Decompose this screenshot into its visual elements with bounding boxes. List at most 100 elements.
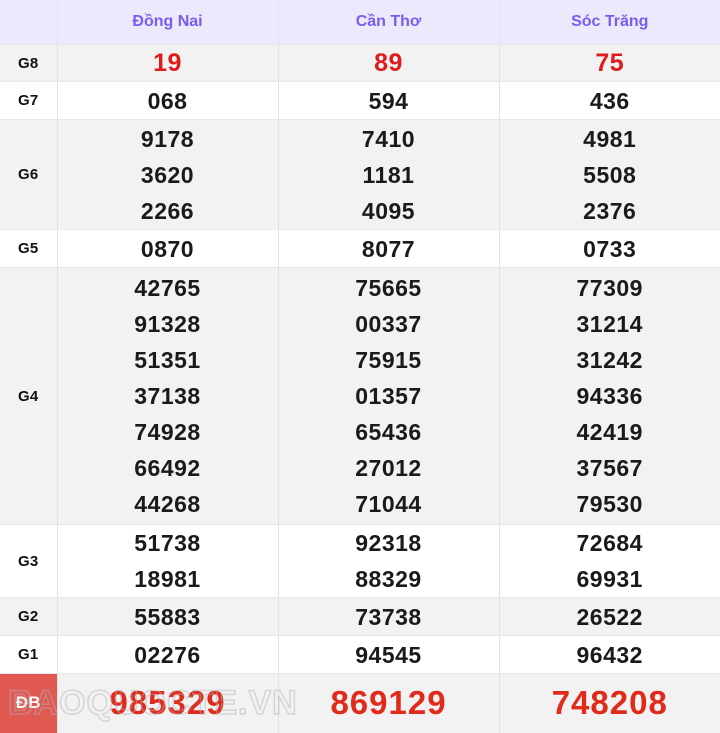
- prize-label-g2: G2: [0, 598, 57, 636]
- number: 02276: [58, 637, 278, 673]
- number: 31242: [500, 342, 720, 378]
- number: 5508: [500, 157, 720, 193]
- number: 37567: [500, 450, 720, 486]
- prize-label-g3: G3: [0, 525, 57, 598]
- lottery-results-panel: Đồng Nai Cần Thơ Sóc Trăng G8 19 89 75: [0, 0, 720, 731]
- number: 31214: [500, 306, 720, 342]
- table-row: G6 9178 3620 2266 7410 1181 4095 4981 55…: [0, 120, 720, 230]
- number: 79530: [500, 486, 720, 522]
- prize-label-g7: G7: [0, 82, 57, 120]
- number: 0870: [58, 231, 278, 267]
- number: 985329: [58, 685, 278, 721]
- prize-cell-g1-col2: 94545: [278, 636, 499, 674]
- prize-label-g4: G4: [0, 268, 57, 525]
- number: 2376: [500, 193, 720, 229]
- prize-cell-special-col2: 869129: [278, 674, 499, 733]
- number: 42765: [58, 270, 278, 306]
- number: 869129: [279, 685, 499, 721]
- prize-label-special: ĐB: [0, 674, 57, 733]
- number: 26522: [500, 599, 720, 635]
- number: 94336: [500, 378, 720, 414]
- prize-cell-g4-col3: 77309 31214 31242 94336 42419 37567 7953…: [499, 268, 720, 525]
- prize-cell-g5-col3: 0733: [499, 230, 720, 268]
- prize-cell-special-col1: 985329: [57, 674, 278, 733]
- number: 18981: [58, 561, 278, 597]
- table-body: G8 19 89 75 G7 068 594: [0, 45, 720, 733]
- table-row: G1 02276 94545 96432: [0, 636, 720, 674]
- table-row: G3 51738 18981 92318 88329 72684 69931: [0, 525, 720, 598]
- number: 0733: [500, 231, 720, 267]
- prize-cell-g2-col2: 73738: [278, 598, 499, 636]
- number: 19: [58, 45, 278, 81]
- prize-cell-g3-col2: 92318 88329: [278, 525, 499, 598]
- number: 9178: [58, 121, 278, 157]
- number: 92318: [279, 525, 499, 561]
- number: 4095: [279, 193, 499, 229]
- number: 8077: [279, 231, 499, 267]
- number: 37138: [58, 378, 278, 414]
- prize-cell-g3-col3: 72684 69931: [499, 525, 720, 598]
- prize-cell-g4-col1: 42765 91328 51351 37138 74928 66492 4426…: [57, 268, 278, 525]
- number: 77309: [500, 270, 720, 306]
- prize-cell-g6-col3: 4981 5508 2376: [499, 120, 720, 230]
- table-row: G4 42765 91328 51351 37138 74928 66492 4…: [0, 268, 720, 525]
- column-header-province-1: Đồng Nai: [57, 0, 278, 45]
- prize-label-g1: G1: [0, 636, 57, 674]
- number: 594: [279, 83, 499, 119]
- header-corner-cell: [0, 0, 57, 45]
- number: 89: [279, 45, 499, 81]
- number: 88329: [279, 561, 499, 597]
- number: 72684: [500, 525, 720, 561]
- number: 068: [58, 83, 278, 119]
- prize-cell-g7-col1: 068: [57, 82, 278, 120]
- number: 7410: [279, 121, 499, 157]
- number: 44268: [58, 486, 278, 522]
- prize-label-g6: G6: [0, 120, 57, 230]
- number: 3620: [58, 157, 278, 193]
- number: 69931: [500, 561, 720, 597]
- prize-cell-g5-col2: 8077: [278, 230, 499, 268]
- prize-cell-g8-col1: 19: [57, 45, 278, 82]
- column-header-province-2: Cần Thơ: [278, 0, 499, 45]
- number: 94545: [279, 637, 499, 673]
- table-row: G7 068 594 436: [0, 82, 720, 120]
- number: 1181: [279, 157, 499, 193]
- prize-cell-g7-col2: 594: [278, 82, 499, 120]
- header-row: Đồng Nai Cần Thơ Sóc Trăng: [0, 0, 720, 45]
- prize-cell-g7-col3: 436: [499, 82, 720, 120]
- prize-cell-g1-col1: 02276: [57, 636, 278, 674]
- number: 65436: [279, 414, 499, 450]
- number: 75: [500, 45, 720, 81]
- prize-label-g5: G5: [0, 230, 57, 268]
- column-header-province-3: Sóc Trăng: [499, 0, 720, 45]
- number: 73738: [279, 599, 499, 635]
- number: 01357: [279, 378, 499, 414]
- number: 91328: [58, 306, 278, 342]
- number: 2266: [58, 193, 278, 229]
- prize-cell-g5-col1: 0870: [57, 230, 278, 268]
- prize-cell-g6-col2: 7410 1181 4095: [278, 120, 499, 230]
- number: 436: [500, 83, 720, 119]
- number: 42419: [500, 414, 720, 450]
- number: 74928: [58, 414, 278, 450]
- number: 71044: [279, 486, 499, 522]
- number: 55883: [58, 599, 278, 635]
- table-row: ĐB 985329 869129 748208: [0, 674, 720, 733]
- prize-cell-g6-col1: 9178 3620 2266: [57, 120, 278, 230]
- table-header: Đồng Nai Cần Thơ Sóc Trăng: [0, 0, 720, 45]
- number: 75665: [279, 270, 499, 306]
- prize-cell-g3-col1: 51738 18981: [57, 525, 278, 598]
- prize-cell-g4-col2: 75665 00337 75915 01357 65436 27012 7104…: [278, 268, 499, 525]
- number: 51351: [58, 342, 278, 378]
- number: 00337: [279, 306, 499, 342]
- prize-cell-g1-col3: 96432: [499, 636, 720, 674]
- prize-cell-special-col3: 748208: [499, 674, 720, 733]
- table-row: G5 0870 8077 0733: [0, 230, 720, 268]
- table-row: G2 55883 73738 26522: [0, 598, 720, 636]
- prize-label-g8: G8: [0, 45, 57, 82]
- number: 96432: [500, 637, 720, 673]
- number: 66492: [58, 450, 278, 486]
- number: 51738: [58, 525, 278, 561]
- number: 75915: [279, 342, 499, 378]
- prize-cell-g2-col1: 55883: [57, 598, 278, 636]
